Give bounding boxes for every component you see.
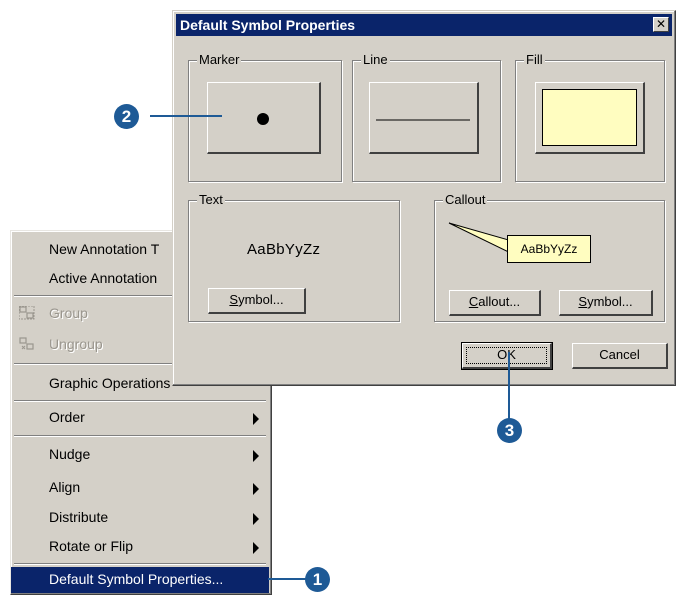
menu-item-label: Active Annotation (49, 270, 158, 286)
menu-item-align[interactable]: Align (11, 475, 269, 501)
callout-button-label-post: allout... (478, 294, 521, 309)
submenu-arrow-icon (253, 483, 259, 495)
line-group-label: Line (361, 52, 390, 67)
dialog-titlebar[interactable]: Default Symbol Properties ✕ (176, 14, 672, 36)
ungroup-icon (19, 337, 35, 351)
menu-item-label: Order (49, 409, 85, 425)
marker-group-label: Marker (197, 52, 242, 67)
callout-button[interactable]: Callout... (449, 290, 541, 316)
menu-item-nudge[interactable]: Nudge (11, 442, 269, 468)
text-symbol-button[interactable]: Symbol... (208, 288, 306, 314)
menu-item-label: Default Symbol Properties... (49, 571, 224, 587)
callout-symbol-button[interactable]: Symbol... (559, 290, 653, 316)
menu-separator (14, 400, 266, 402)
text-preview: AaBbYyZz (247, 241, 321, 258)
menu-item-label: Distribute (49, 509, 109, 525)
close-button[interactable]: ✕ (653, 17, 669, 32)
line-symbol-button[interactable] (369, 82, 479, 154)
submenu-arrow-icon (253, 450, 259, 462)
focus-rectangle (466, 347, 547, 364)
text-group-label: Text (197, 192, 225, 207)
marker-preview (257, 113, 269, 125)
menu-item-label: Graphic Operations (49, 375, 171, 391)
callout-group-label: Callout (443, 192, 488, 207)
dialog-title: Default Symbol Properties (180, 17, 356, 33)
text-group: Text AaBbYyZz Symbol... (188, 192, 400, 322)
close-icon: ✕ (655, 17, 667, 31)
line-preview (376, 119, 470, 121)
menu-item-label: Group (49, 305, 88, 321)
menu-item-label: Nudge (49, 446, 91, 462)
ok-button[interactable]: OK (461, 342, 553, 370)
cancel-button[interactable]: Cancel (572, 343, 668, 369)
text-symbol-button-accel: S (229, 292, 239, 307)
marker-group: Marker (188, 52, 342, 182)
menu-item-label: New Annotation T (49, 241, 160, 257)
fill-preview (542, 89, 637, 146)
line-group: Line (352, 52, 501, 182)
submenu-arrow-icon (253, 513, 259, 525)
submenu-arrow-icon (253, 413, 259, 425)
step-1-badge: 1 (305, 567, 330, 592)
callout-button-accel: C (468, 294, 479, 309)
marker-symbol-button[interactable] (207, 82, 321, 154)
callout-symbol-button-accel: S (578, 294, 588, 309)
fill-symbol-button[interactable] (535, 82, 645, 154)
menu-separator (14, 435, 266, 437)
menu-separator (14, 563, 266, 565)
step-3-badge: 3 (497, 418, 522, 443)
menu-item-label: Align (49, 479, 81, 495)
fill-group-label: Fill (524, 52, 545, 67)
submenu-arrow-icon (253, 542, 259, 554)
default-symbol-properties-dialog: Default Symbol Properties ✕ Marker Line … (172, 10, 676, 386)
menu-item-order[interactable]: Order (11, 405, 269, 431)
step-2-badge: 2 (114, 104, 139, 129)
group-icon (18, 305, 35, 320)
menu-item-default-symbol-properties[interactable]: Default Symbol Properties... (11, 567, 269, 593)
callout-group: Callout AaBbYyZz Callout... Symbol... (434, 192, 665, 322)
callout-preview: AaBbYyZz (507, 235, 591, 263)
menu-item-rotate-or-flip[interactable]: Rotate or Flip (11, 534, 269, 560)
callout-symbol-button-label-post: ymbol... (587, 294, 633, 309)
menu-item-label: Ungroup (49, 336, 103, 352)
cancel-button-label: Cancel (599, 347, 640, 362)
menu-item-distribute[interactable]: Distribute (11, 505, 269, 531)
text-symbol-button-label-post: ymbol... (238, 292, 284, 307)
fill-group: Fill (515, 52, 665, 182)
menu-item-label: Rotate or Flip (49, 538, 134, 554)
